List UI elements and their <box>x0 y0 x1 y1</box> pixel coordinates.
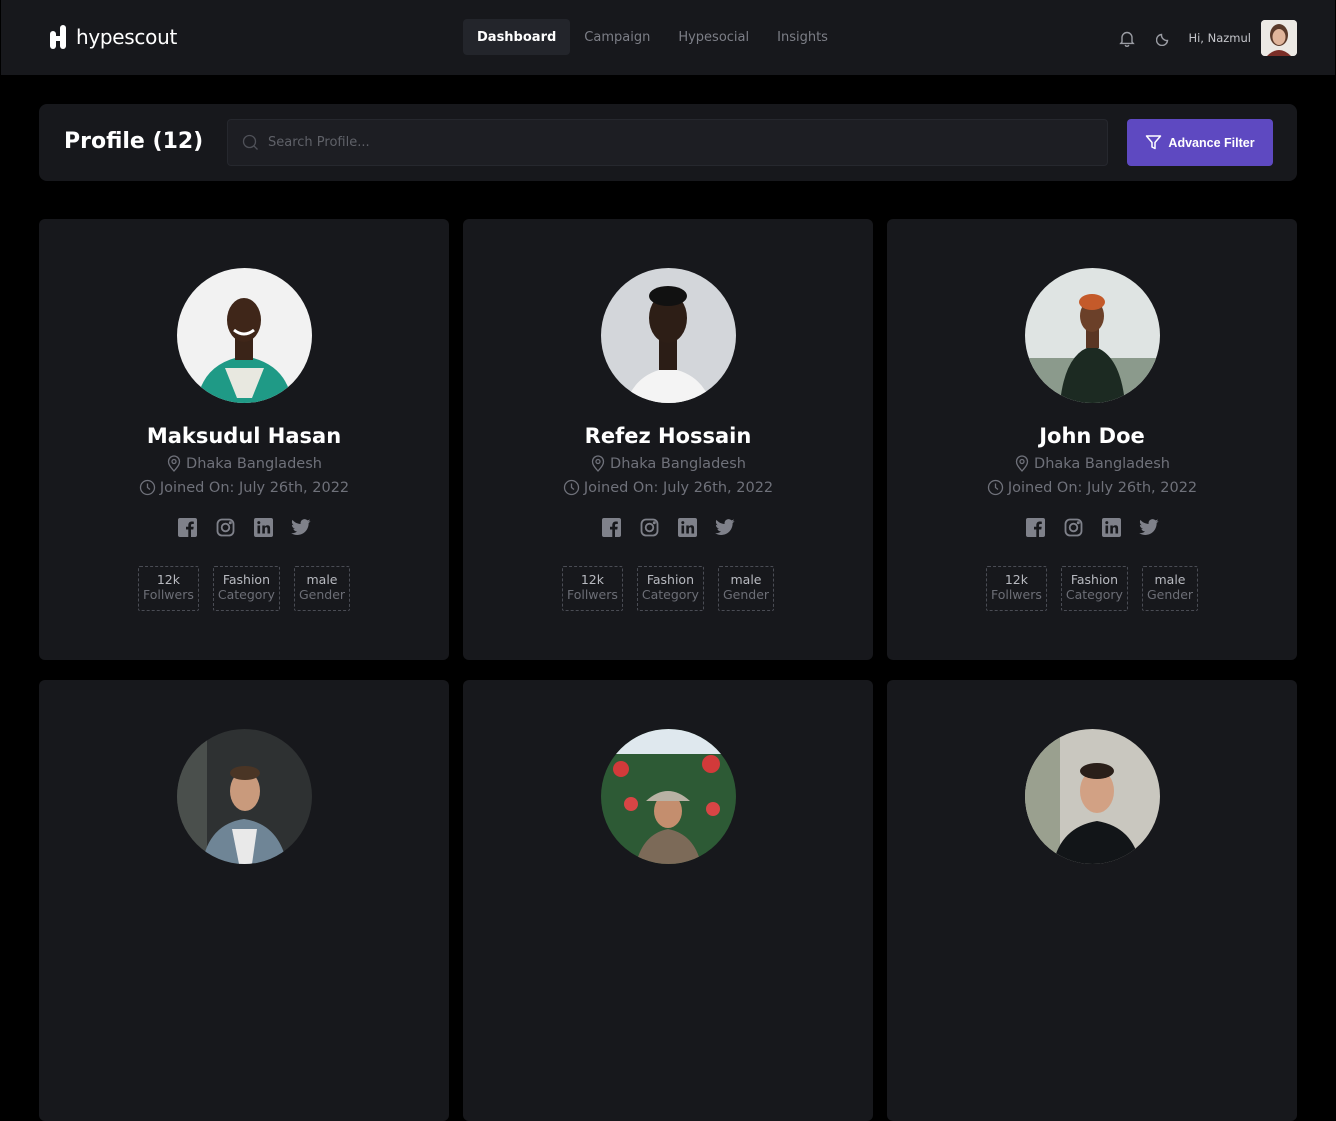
social-links <box>463 517 873 537</box>
profile-location: Dhaka Bangladesh <box>887 455 1297 472</box>
profile-photo <box>1025 729 1160 864</box>
profile-photo <box>177 729 312 864</box>
profile-card[interactable]: John Doe Dhaka Bangladesh Joined On: Jul… <box>887 219 1297 660</box>
linkedin-icon[interactable] <box>1101 517 1121 537</box>
search-icon <box>242 134 258 150</box>
logo-icon <box>50 25 66 49</box>
stat-category: Fashion Category <box>636 566 704 611</box>
profile-location: Dhaka Bangladesh <box>463 455 873 472</box>
clock-icon <box>139 479 155 496</box>
joined-text: Joined On: July 26th, 2022 <box>1007 479 1198 496</box>
profile-card[interactable]: Maksudul Hasan Dhaka Bangladesh Joined O… <box>39 219 449 660</box>
location-text: Dhaka Bangladesh <box>186 455 322 472</box>
facebook-icon[interactable] <box>177 517 197 537</box>
facebook-icon[interactable] <box>1025 517 1045 537</box>
stat-category: Fashion Category <box>1060 566 1128 611</box>
profile-header: Profile (12) Advance Filter <box>39 104 1297 181</box>
location-pin-icon <box>591 455 605 472</box>
filter-label: Advance Filter <box>1168 135 1255 150</box>
search-box[interactable] <box>227 119 1108 166</box>
instagram-icon[interactable] <box>639 517 659 537</box>
social-links <box>887 517 1297 537</box>
location-text: Dhaka Bangladesh <box>610 455 746 472</box>
bell-icon[interactable] <box>1116 27 1138 49</box>
profile-card[interactable] <box>887 680 1297 1121</box>
search-input[interactable] <box>268 135 1088 150</box>
main-nav: Dashboard Campaign Hypesocial Insights <box>463 19 842 55</box>
top-navbar: hypescout Dashboard Campaign Hypesocial … <box>1 0 1335 75</box>
page-title: Profile (12) <box>64 129 204 154</box>
instagram-icon[interactable] <box>215 517 235 537</box>
user-area: Hi, Nazmul <box>1116 20 1297 56</box>
social-links <box>39 517 449 537</box>
stat-followers: 12k Follwers <box>137 566 199 611</box>
profile-joined: Joined On: July 26th, 2022 <box>463 479 873 496</box>
advance-filter-button[interactable]: Advance Filter <box>1127 119 1273 166</box>
profile-card[interactable] <box>463 680 873 1121</box>
facebook-icon[interactable] <box>601 517 621 537</box>
twitter-icon[interactable] <box>715 517 735 537</box>
clock-icon <box>987 479 1003 496</box>
brand-name: hypescout <box>76 25 177 49</box>
stat-gender: male Gender <box>1141 566 1199 611</box>
nav-dashboard[interactable]: Dashboard <box>463 19 571 55</box>
profile-photo <box>601 268 736 403</box>
profile-name: John Doe <box>1039 424 1145 448</box>
profile-photo <box>177 268 312 403</box>
stat-category: Fashion Category <box>212 566 280 611</box>
stat-gender: male Gender <box>717 566 775 611</box>
twitter-icon[interactable] <box>291 517 311 537</box>
joined-text: Joined On: July 26th, 2022 <box>159 479 350 496</box>
profile-stats: 12k Follwers Fashion Category male Gender <box>887 566 1297 611</box>
nav-insights[interactable]: Insights <box>763 19 842 55</box>
linkedin-icon[interactable] <box>253 517 273 537</box>
profile-stats: 12k Follwers Fashion Category male Gender <box>39 566 449 611</box>
moon-icon[interactable] <box>1152 27 1174 49</box>
location-pin-icon <box>1015 455 1029 472</box>
location-pin-icon <box>167 455 181 472</box>
stat-gender: male Gender <box>293 566 351 611</box>
profile-stats: 12k Follwers Fashion Category male Gender <box>463 566 873 611</box>
profile-photo <box>601 729 736 864</box>
profile-photo <box>1025 268 1160 403</box>
user-avatar[interactable] <box>1261 20 1297 56</box>
profile-card[interactable]: Refez Hossain Dhaka Bangladesh Joined On… <box>463 219 873 660</box>
stat-followers: 12k Follwers <box>985 566 1047 611</box>
profile-joined: Joined On: July 26th, 2022 <box>887 479 1297 496</box>
clock-icon <box>563 479 579 496</box>
nav-campaign[interactable]: Campaign <box>570 19 664 55</box>
location-text: Dhaka Bangladesh <box>1034 455 1170 472</box>
nav-hypesocial[interactable]: Hypesocial <box>664 19 763 55</box>
filter-icon <box>1146 135 1162 150</box>
profile-card[interactable] <box>39 680 449 1121</box>
profile-name: Refez Hossain <box>584 424 752 448</box>
greeting-text: Hi, Nazmul <box>1188 31 1251 45</box>
twitter-icon[interactable] <box>1139 517 1159 537</box>
profile-name: Maksudul Hasan <box>146 424 342 448</box>
joined-text: Joined On: July 26th, 2022 <box>583 479 774 496</box>
linkedin-icon[interactable] <box>677 517 697 537</box>
instagram-icon[interactable] <box>1063 517 1083 537</box>
profile-location: Dhaka Bangladesh <box>39 455 449 472</box>
brand-logo[interactable]: hypescout <box>48 22 177 52</box>
profile-joined: Joined On: July 26th, 2022 <box>39 479 449 496</box>
stat-followers: 12k Follwers <box>561 566 623 611</box>
